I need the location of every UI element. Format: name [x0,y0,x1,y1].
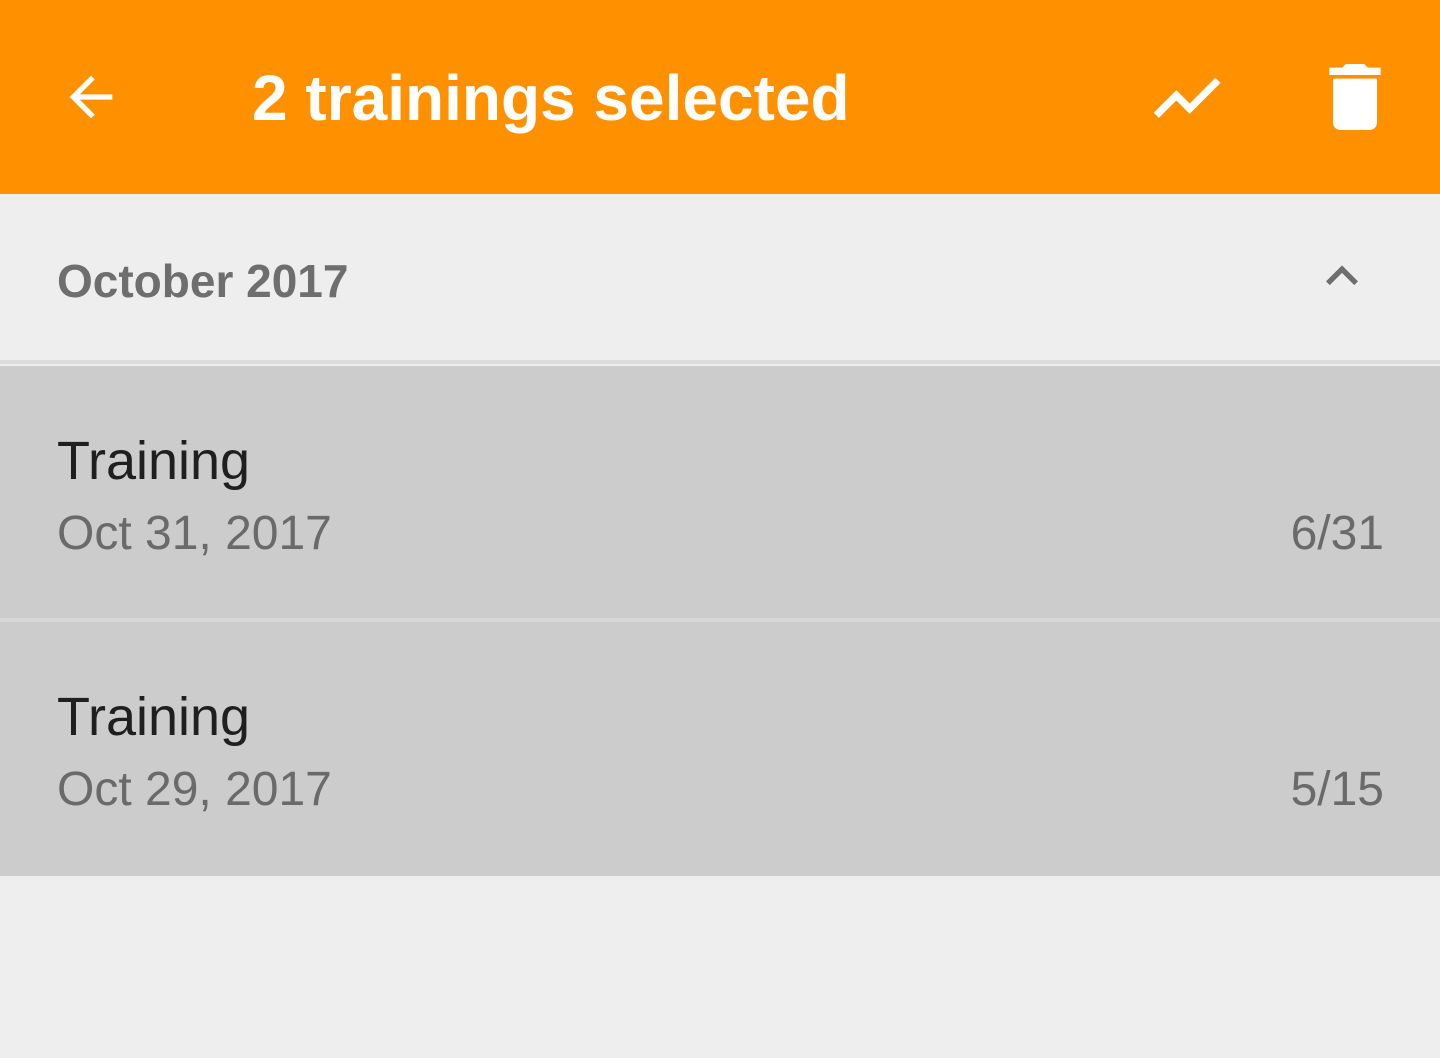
selection-count-title: 2 trainings selected [252,62,850,134]
training-title: Training [57,431,251,491]
chevron-up-icon [1326,265,1358,286]
training-score: 5/15 [1290,763,1384,816]
training-date: Oct 29, 2017 [57,763,332,816]
training-list-screen: 2 trainings selected October 2017 Traini… [0,0,1440,1058]
trending-up-icon [1153,77,1221,118]
training-row[interactable]: Training Oct 29, 2017 5/15 [0,622,1440,876]
delete-icon [1329,64,1381,130]
contextual-action-bar: 2 trainings selected [0,0,1440,194]
back-button[interactable] [36,42,146,152]
month-section-title: October 2017 [57,255,349,307]
delete-button[interactable] [1300,42,1410,152]
training-title: Training [57,687,251,747]
arrow-back-icon [69,75,113,119]
training-date: Oct 31, 2017 [57,507,332,560]
training-row[interactable]: Training Oct 31, 2017 6/31 [0,366,1440,620]
training-score: 6/31 [1290,507,1384,560]
collapse-toggle[interactable] [1300,234,1384,318]
compare-chart-button[interactable] [1133,42,1243,152]
month-section-header[interactable]: October 2017 [0,194,1440,364]
